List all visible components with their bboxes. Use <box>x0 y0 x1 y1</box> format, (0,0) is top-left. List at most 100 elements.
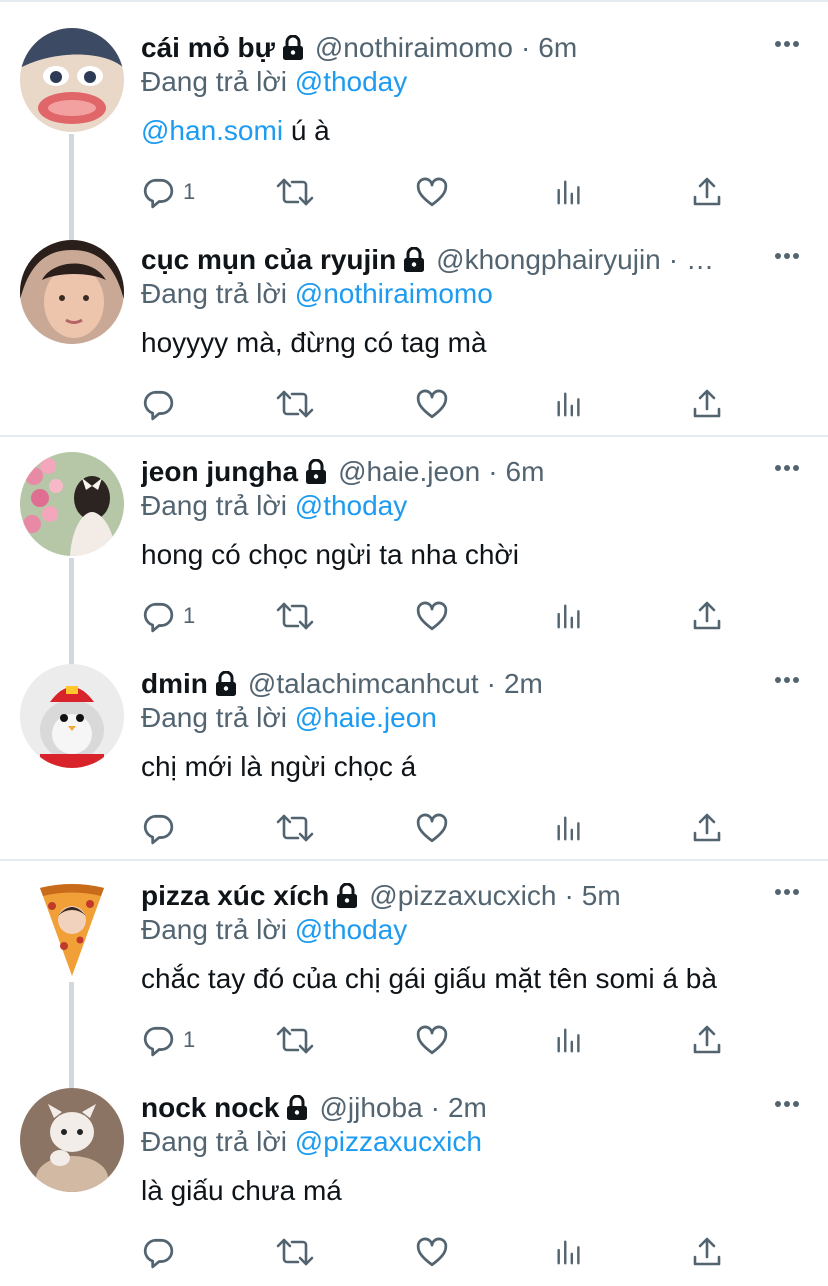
tweet[interactable]: cái mỏ bự @nothiraimomo · 6m Đang trả lờ… <box>0 14 828 226</box>
like-button[interactable] <box>415 384 449 424</box>
more-dots-icon[interactable] <box>774 252 800 260</box>
reply-button[interactable] <box>141 384 175 424</box>
user-handle[interactable]: @jjhoba <box>319 1092 422 1124</box>
views-button[interactable] <box>554 384 584 424</box>
replying-to-label: Đang trả lời <box>141 914 295 945</box>
like-button[interactable] <box>415 1020 449 1060</box>
heart-icon <box>415 811 449 845</box>
speech-bubble-icon <box>141 175 175 209</box>
like-button[interactable] <box>415 172 449 212</box>
user-handle[interactable]: @talachimcanhcut <box>248 668 479 700</box>
reply-to-mention[interactable]: @pizzaxucxich <box>295 1126 482 1157</box>
tweet[interactable]: pizza xúc xích @pizzaxucxich · 5m Đang t… <box>0 862 828 1074</box>
speech-bubble-icon <box>141 599 175 633</box>
penguin-mcdonalds-avatar[interactable] <box>20 664 124 768</box>
views-button[interactable] <box>554 172 584 212</box>
bar-chart-icon <box>554 1024 584 1056</box>
more-dots-icon[interactable] <box>774 888 800 896</box>
like-button[interactable] <box>415 596 449 636</box>
timestamp[interactable]: … <box>686 244 714 276</box>
user-handle[interactable]: @khongphairyujin <box>436 244 661 276</box>
reply-count: 1 <box>183 1027 196 1052</box>
share-button[interactable] <box>691 172 723 212</box>
girl-selfie-avatar[interactable] <box>20 240 124 344</box>
replying-to: Đang trả lời @nothiraimomo <box>141 278 493 310</box>
reply-button[interactable]: 1 <box>141 596 195 636</box>
text-mention[interactable]: @han.somi <box>141 115 283 146</box>
display-name[interactable]: jeon jungha <box>141 456 298 488</box>
like-button[interactable] <box>415 1232 449 1272</box>
views-button[interactable] <box>554 1232 584 1272</box>
share-button[interactable] <box>691 808 723 848</box>
display-name[interactable]: nock nock <box>141 1092 279 1124</box>
views-button[interactable] <box>554 808 584 848</box>
reply-button[interactable] <box>141 1232 175 1272</box>
flowers-girl-avatar[interactable] <box>20 452 124 556</box>
lock-icon <box>304 459 328 485</box>
user-handle[interactable]: @pizzaxucxich <box>369 880 556 912</box>
timestamp[interactable]: 2m <box>504 668 543 700</box>
reply-to-mention[interactable]: @thoday <box>295 66 408 97</box>
tweet[interactable]: nock nock @jjhoba · 2m Đang trả lời @piz… <box>0 1074 828 1286</box>
retweet-button[interactable] <box>275 384 315 424</box>
tweet-body: chắc tay đó của chị gái giấu mặt tên som… <box>141 963 717 994</box>
reply-to-mention[interactable]: @thoday <box>295 914 408 945</box>
share-button[interactable] <box>691 1020 723 1060</box>
tweet[interactable]: cục mụn của ryujin @khongphairyujin · … … <box>0 226 828 438</box>
retweet-button[interactable] <box>275 1232 315 1272</box>
display-name[interactable]: pizza xúc xích <box>141 880 329 912</box>
reply-button[interactable] <box>141 808 175 848</box>
share-button[interactable] <box>691 1232 723 1272</box>
views-button[interactable] <box>554 1020 584 1060</box>
tweet-header: cái mỏ bự @nothiraimomo · 6m <box>141 28 768 68</box>
lock-icon <box>402 247 426 273</box>
anime-face-avatar[interactable] <box>20 28 124 132</box>
replying-to: Đang trả lời @thoday <box>141 914 407 946</box>
retweet-button[interactable] <box>275 808 315 848</box>
timestamp[interactable]: 5m <box>582 880 621 912</box>
timestamp[interactable]: 6m <box>538 32 577 64</box>
display-name[interactable]: cái mỏ bự <box>141 32 275 64</box>
speech-bubble-icon <box>141 1235 175 1269</box>
display-name[interactable]: cục mụn của ryujin <box>141 244 396 276</box>
more-dots-icon[interactable] <box>774 464 800 472</box>
share-button[interactable] <box>691 596 723 636</box>
action-bar: 1 <box>141 596 741 636</box>
lock-icon <box>335 883 359 909</box>
separator-dot: · <box>430 1092 440 1123</box>
retweet-button[interactable] <box>275 596 315 636</box>
more-dots-icon[interactable] <box>774 676 800 684</box>
like-button[interactable] <box>415 808 449 848</box>
timestamp[interactable]: 6m <box>506 456 545 488</box>
tweet[interactable]: jeon jungha @haie.jeon · 6m Đang trả lời… <box>0 438 828 650</box>
more-dots-icon[interactable] <box>774 1100 800 1108</box>
user-handle[interactable]: @haie.jeon <box>338 456 480 488</box>
reply-to-mention[interactable]: @nothiraimomo <box>295 278 493 309</box>
views-button[interactable] <box>554 596 584 636</box>
display-name[interactable]: dmin <box>141 668 208 700</box>
tweet[interactable]: dmin @talachimcanhcut · 2m Đang trả lời … <box>0 650 828 862</box>
reply-to-mention[interactable]: @haie.jeon <box>295 702 437 733</box>
reply-to-mention[interactable]: @thoday <box>295 490 408 521</box>
heart-icon <box>415 175 449 209</box>
user-handle[interactable]: @nothiraimomo <box>315 32 513 64</box>
retweet-button[interactable] <box>275 1020 315 1060</box>
timestamp[interactable]: 2m <box>448 1092 487 1124</box>
tweet-text: @han.somi ú à <box>141 115 330 147</box>
retweet-button[interactable] <box>275 172 315 212</box>
reply-button[interactable]: 1 <box>141 1020 195 1060</box>
heart-icon <box>415 387 449 421</box>
tweet-body: chị mới là ngừi chọc á <box>141 751 417 782</box>
speech-bubble-icon <box>141 1023 175 1057</box>
share-button[interactable] <box>691 384 723 424</box>
heart-icon <box>415 599 449 633</box>
lock-icon <box>281 35 305 61</box>
reply-button[interactable]: 1 <box>141 172 195 212</box>
speech-bubble-icon <box>141 387 175 421</box>
kitten-avatar[interactable] <box>20 1088 124 1192</box>
tweet-body: hoyyyy mà, đừng có tag mà <box>141 327 487 358</box>
pizza-slice-avatar[interactable] <box>20 876 124 980</box>
tweet-header: nock nock @jjhoba · 2m <box>141 1088 768 1128</box>
action-bar <box>141 384 741 424</box>
more-dots-icon[interactable] <box>774 40 800 48</box>
